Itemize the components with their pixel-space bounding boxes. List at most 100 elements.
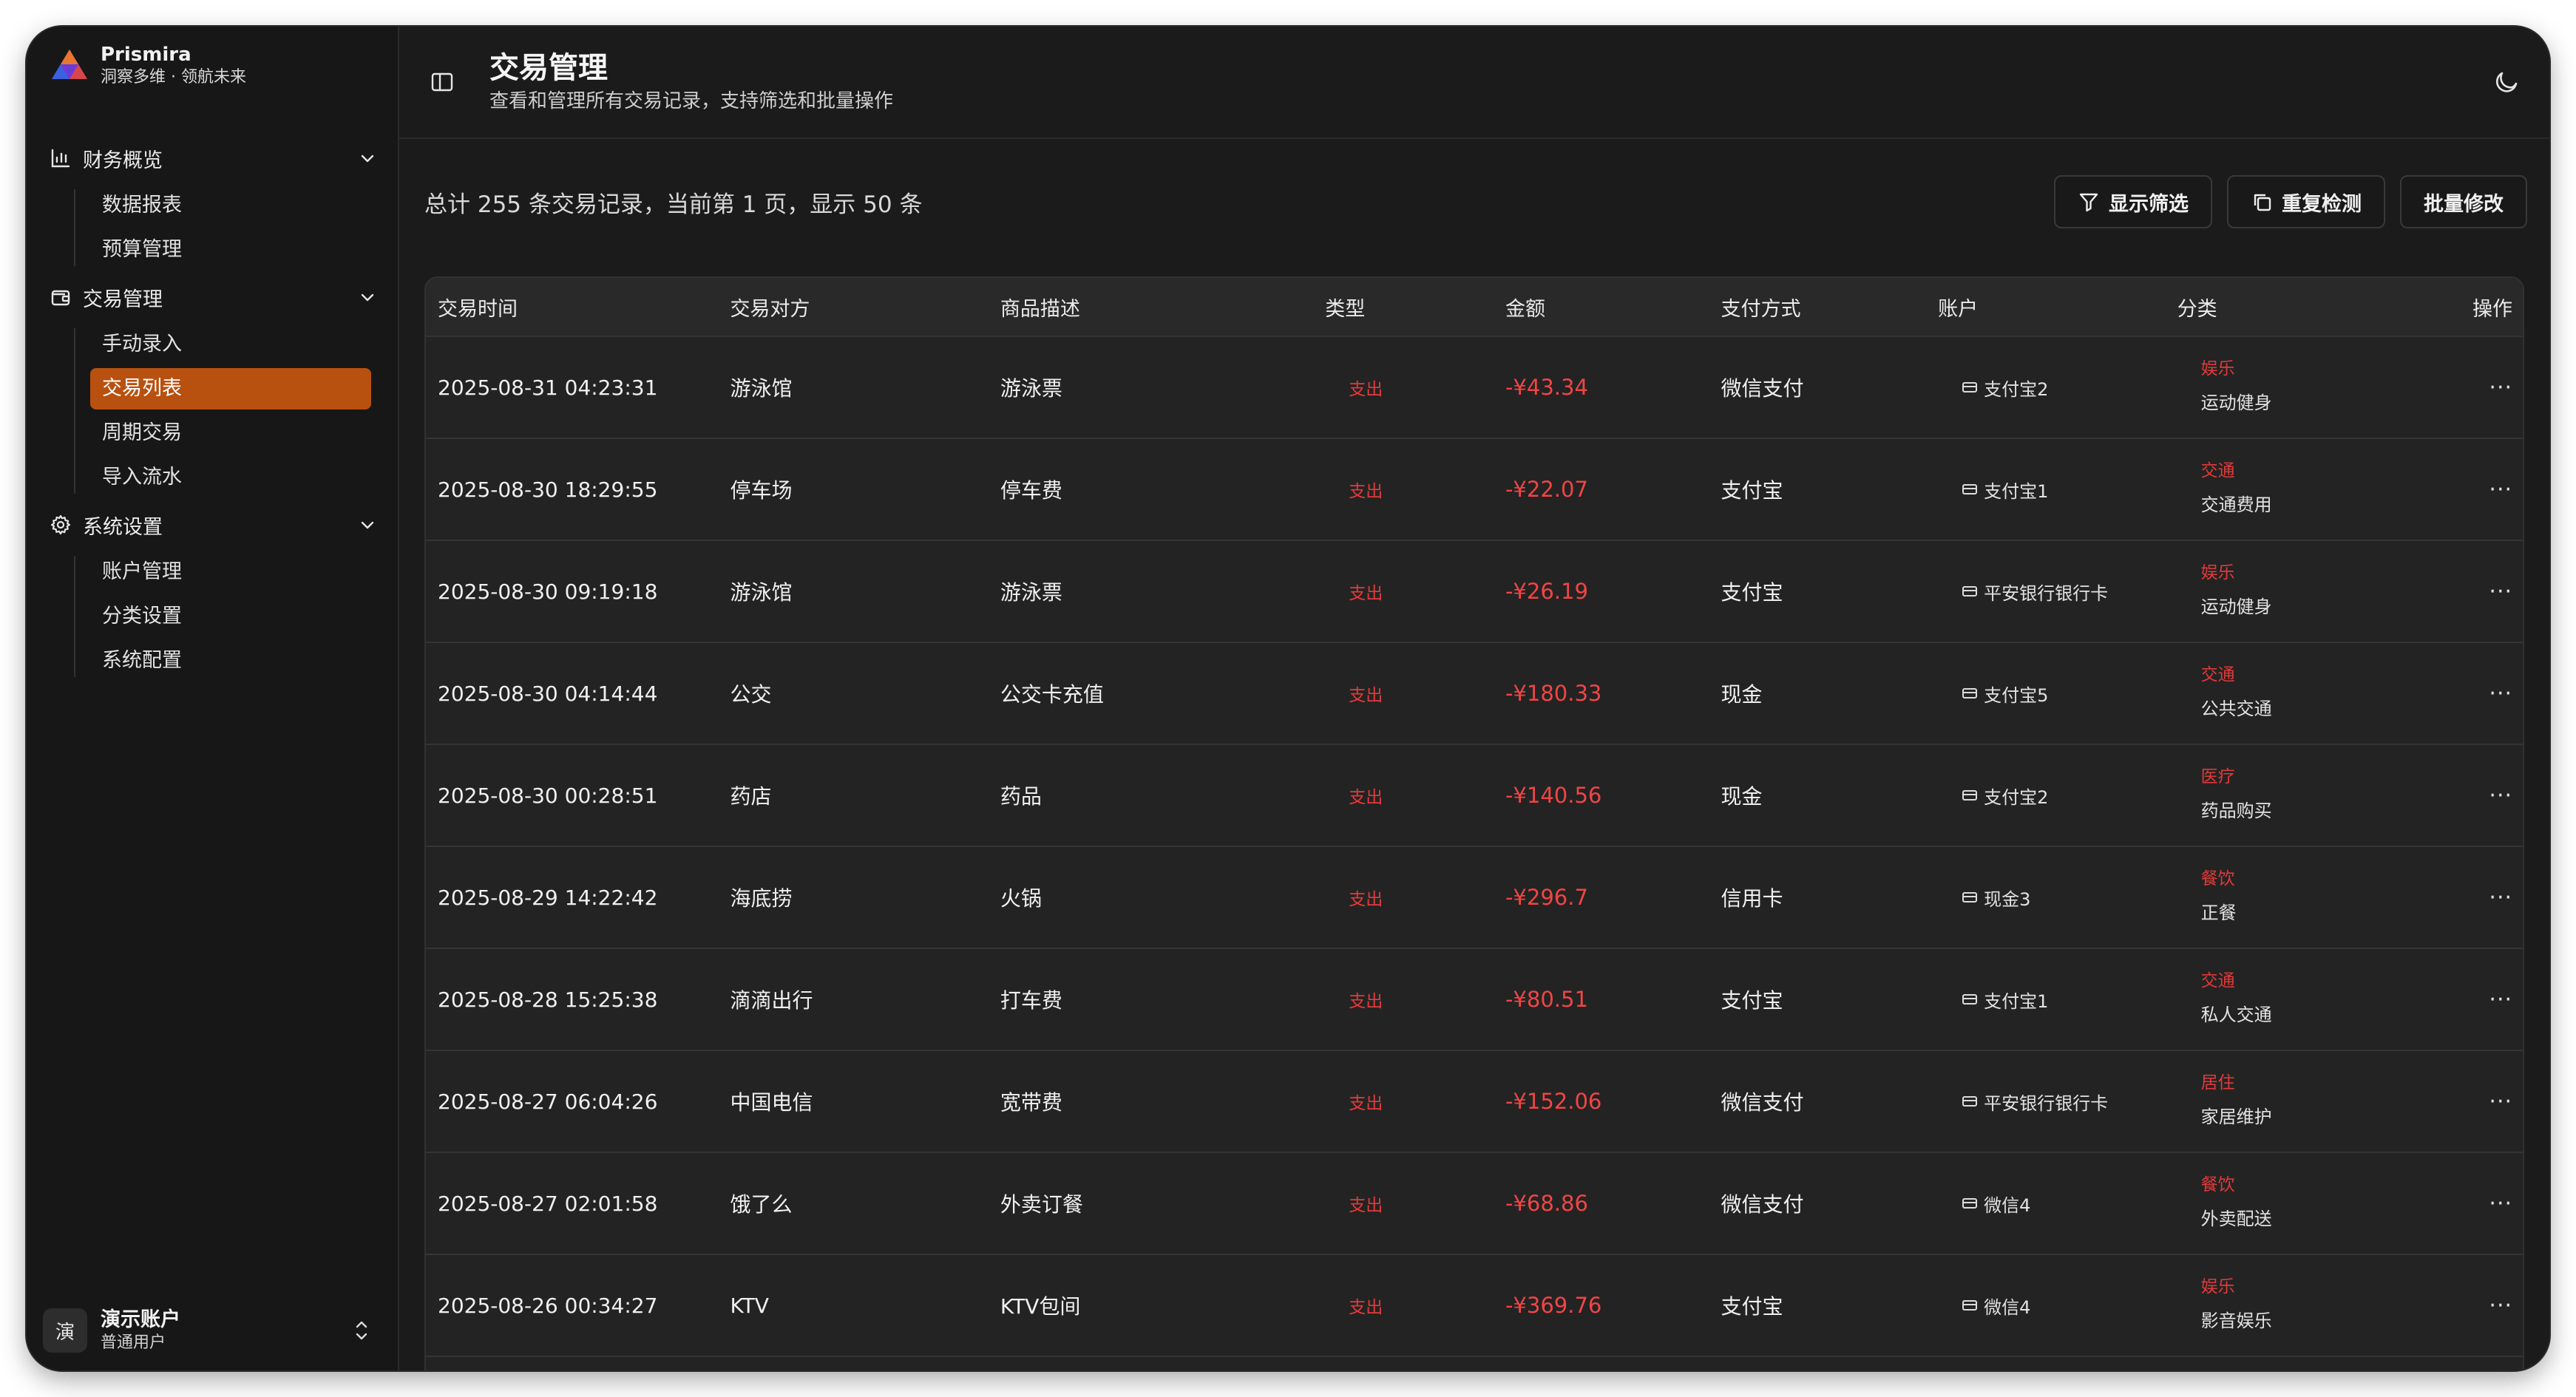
more-actions-icon[interactable]: ··· xyxy=(2489,1191,2512,1217)
cell-counterparty: 药店 xyxy=(730,784,772,809)
more-actions-icon[interactable]: ··· xyxy=(2489,579,2512,605)
cell-type: 支出 xyxy=(1313,1293,1494,1318)
brand[interactable]: Prismira 洞察多维 · 领航未来 xyxy=(49,43,246,89)
column-header-time[interactable]: 交易时间 xyxy=(426,293,718,322)
sidebar-item-system-config[interactable]: 系统配置 xyxy=(90,640,371,681)
credit-card-icon xyxy=(1962,1096,1978,1107)
category-child: 运动健身 xyxy=(2200,596,2272,617)
table-row[interactable]: 2025-08-30 00:28:51 药店 药品 支出 -¥140.56 现金… xyxy=(426,745,2523,847)
cell-type: 支出 xyxy=(1313,987,1494,1012)
duplicate-check-button[interactable]: 重复检测 xyxy=(2227,175,2385,228)
account-name: 微信4 xyxy=(1984,1296,2031,1318)
cell-category: 餐饮 外卖配送 xyxy=(2166,1172,2449,1235)
column-header-description[interactable]: 商品描述 xyxy=(989,293,1313,322)
category-child: 运动健身 xyxy=(2200,392,2272,413)
sidebar-toggle-button[interactable] xyxy=(427,67,457,97)
type-badge: 支出 xyxy=(1349,380,1383,399)
column-header-counterparty[interactable]: 交易对方 xyxy=(718,293,988,322)
cell-category: 交通 公共交通 xyxy=(2166,662,2449,725)
category-parent: 交通 xyxy=(2200,665,2235,684)
sidebar-item-budget[interactable]: 预算管理 xyxy=(90,229,371,271)
cell-actions: ··· xyxy=(2449,477,2523,503)
column-header-account[interactable]: 账户 xyxy=(1926,293,2166,322)
column-header-type[interactable]: 类型 xyxy=(1313,293,1494,322)
table-row[interactable]: 2025-08-27 06:04:26 中国电信 宽带费 支出 -¥152.06… xyxy=(426,1051,2523,1153)
cell-account: 微信4 xyxy=(1926,1293,2166,1319)
table-row[interactable]: 2025-08-28 15:25:38 滴滴出行 打车费 支出 -¥80.51 … xyxy=(426,949,2523,1051)
moon-icon[interactable] xyxy=(2490,67,2523,99)
table-row[interactable]: 2025-08-30 04:14:44 公交 公交卡充值 支出 -¥180.33… xyxy=(426,643,2523,745)
transactions-table: 交易时间 交易对方 商品描述 类型 金额 支付方式 账户 分类 操作 2025-… xyxy=(424,276,2524,1370)
table-row[interactable]: 2025-08-31 04:23:31 游泳馆 游泳票 支出 -¥43.34 微… xyxy=(426,337,2523,439)
batch-edit-button[interactable]: 批量修改 xyxy=(2400,175,2527,228)
column-header-actions: 操作 xyxy=(2472,297,2513,321)
more-actions-icon[interactable]: ··· xyxy=(2489,1089,2512,1115)
category-parent: 交通 xyxy=(2200,971,2235,990)
cell-payment-method: 微信支付 xyxy=(1721,376,1804,401)
more-actions-icon[interactable]: ··· xyxy=(2489,1293,2512,1319)
brand-name: Prismira xyxy=(101,44,191,66)
more-actions-icon[interactable]: ··· xyxy=(2489,987,2512,1013)
filter-icon xyxy=(2079,193,2098,212)
cell-type: 支出 xyxy=(1313,477,1494,502)
nav-group-settings[interactable]: 系统设置 xyxy=(41,501,389,548)
sidebar-item-reports[interactable]: 数据报表 xyxy=(90,185,371,226)
column-header-category[interactable]: 分类 xyxy=(2166,293,2449,322)
type-badge: 支出 xyxy=(1349,1094,1383,1113)
sidebar-item-import[interactable]: 导入流水 xyxy=(90,457,371,498)
amount-value: -¥26.19 xyxy=(1505,579,1588,604)
table-row[interactable]: 2025-08-30 18:29:55 停车场 停车费 支出 -¥22.07 支… xyxy=(426,439,2523,541)
cell-actions: ··· xyxy=(2449,1191,2523,1217)
cell-actions: ··· xyxy=(2449,1293,2523,1319)
sidebar-item-manual-entry[interactable]: 手动录入 xyxy=(90,324,371,365)
cell-actions: ··· xyxy=(2449,783,2523,809)
nav-group-label: 交易管理 xyxy=(83,288,163,311)
nav-group-transactions[interactable]: 交易管理 xyxy=(41,273,389,321)
column-header-payment[interactable]: 支付方式 xyxy=(1709,293,1927,322)
type-badge: 支出 xyxy=(1349,482,1383,501)
sidebar-item-categories[interactable]: 分类设置 xyxy=(90,596,371,637)
cell-payment-method: 微信支付 xyxy=(1721,1090,1804,1115)
category-child: 家居维护 xyxy=(2200,1107,2272,1127)
show-filter-button[interactable]: 显示筛选 xyxy=(2054,175,2212,228)
cell-counterparty: 公交 xyxy=(730,682,772,707)
more-actions-icon[interactable]: ··· xyxy=(2489,783,2512,809)
type-badge: 支出 xyxy=(1349,1298,1383,1317)
nav-group-overview[interactable]: 财务概览 xyxy=(41,135,389,182)
amount-value: -¥180.33 xyxy=(1505,681,1602,706)
sidebar-item-accounts[interactable]: 账户管理 xyxy=(90,551,371,593)
table-row[interactable]: 2025-08-29 14:22:42 海底捞 火锅 支出 -¥296.7 信用… xyxy=(426,847,2523,949)
account-name: 微信4 xyxy=(1984,1194,2031,1216)
sidebar: Prismira 洞察多维 · 领航未来 财务概览 数据报表 预算管理 交易管理… xyxy=(27,27,399,1370)
nav-group-label: 财务概览 xyxy=(83,149,163,172)
show-filter-label: 显示筛选 xyxy=(2109,192,2189,216)
more-actions-icon[interactable]: ··· xyxy=(2489,375,2512,401)
cell-type: 支出 xyxy=(1313,579,1494,604)
cell-counterparty: 海底捞 xyxy=(730,886,793,911)
cell-category: 交通 私人交通 xyxy=(2166,968,2449,1031)
sidebar-item-recurring[interactable]: 周期交易 xyxy=(90,412,371,454)
table-row[interactable]: 2025-08-30 09:19:18 游泳馆 游泳票 支出 -¥26.19 支… xyxy=(426,541,2523,643)
cell-amount: -¥22.07 xyxy=(1494,477,1709,502)
amount-value: -¥140.56 xyxy=(1505,783,1602,808)
table-header: 交易时间 交易对方 商品描述 类型 金额 支付方式 账户 分类 操作 xyxy=(426,278,2523,337)
cell-time: 2025-08-27 02:01:58 xyxy=(438,1191,658,1216)
account-name: 支付宝2 xyxy=(1984,786,2049,808)
cell-description: 宽带费 xyxy=(1000,1090,1062,1115)
category-child: 正餐 xyxy=(2200,903,2237,923)
table-row[interactable]: 2025-08-26 00:34:27 KTV KTV包间 支出 -¥369.7… xyxy=(426,1255,2523,1357)
column-header-amount[interactable]: 金额 xyxy=(1494,293,1709,322)
more-actions-icon[interactable]: ··· xyxy=(2489,885,2512,911)
cell-actions: ··· xyxy=(2449,681,2523,707)
amount-value: -¥43.34 xyxy=(1505,375,1588,400)
table-row[interactable]: 2025-08-27 02:01:58 饿了么 外卖订餐 支出 -¥68.86 … xyxy=(426,1153,2523,1255)
cell-amount: -¥180.33 xyxy=(1494,681,1709,706)
more-actions-icon[interactable]: ··· xyxy=(2489,681,2512,707)
user-menu[interactable]: 演 演示账户 普通用户 xyxy=(43,1301,383,1360)
avatar: 演 xyxy=(43,1308,87,1353)
cell-type: 支出 xyxy=(1313,681,1494,706)
cell-actions: ··· xyxy=(2449,987,2523,1013)
more-actions-icon[interactable]: ··· xyxy=(2489,477,2512,503)
cell-payment-method: 信用卡 xyxy=(1721,886,1783,911)
sidebar-item-transaction-list[interactable]: 交易列表 xyxy=(90,368,371,409)
